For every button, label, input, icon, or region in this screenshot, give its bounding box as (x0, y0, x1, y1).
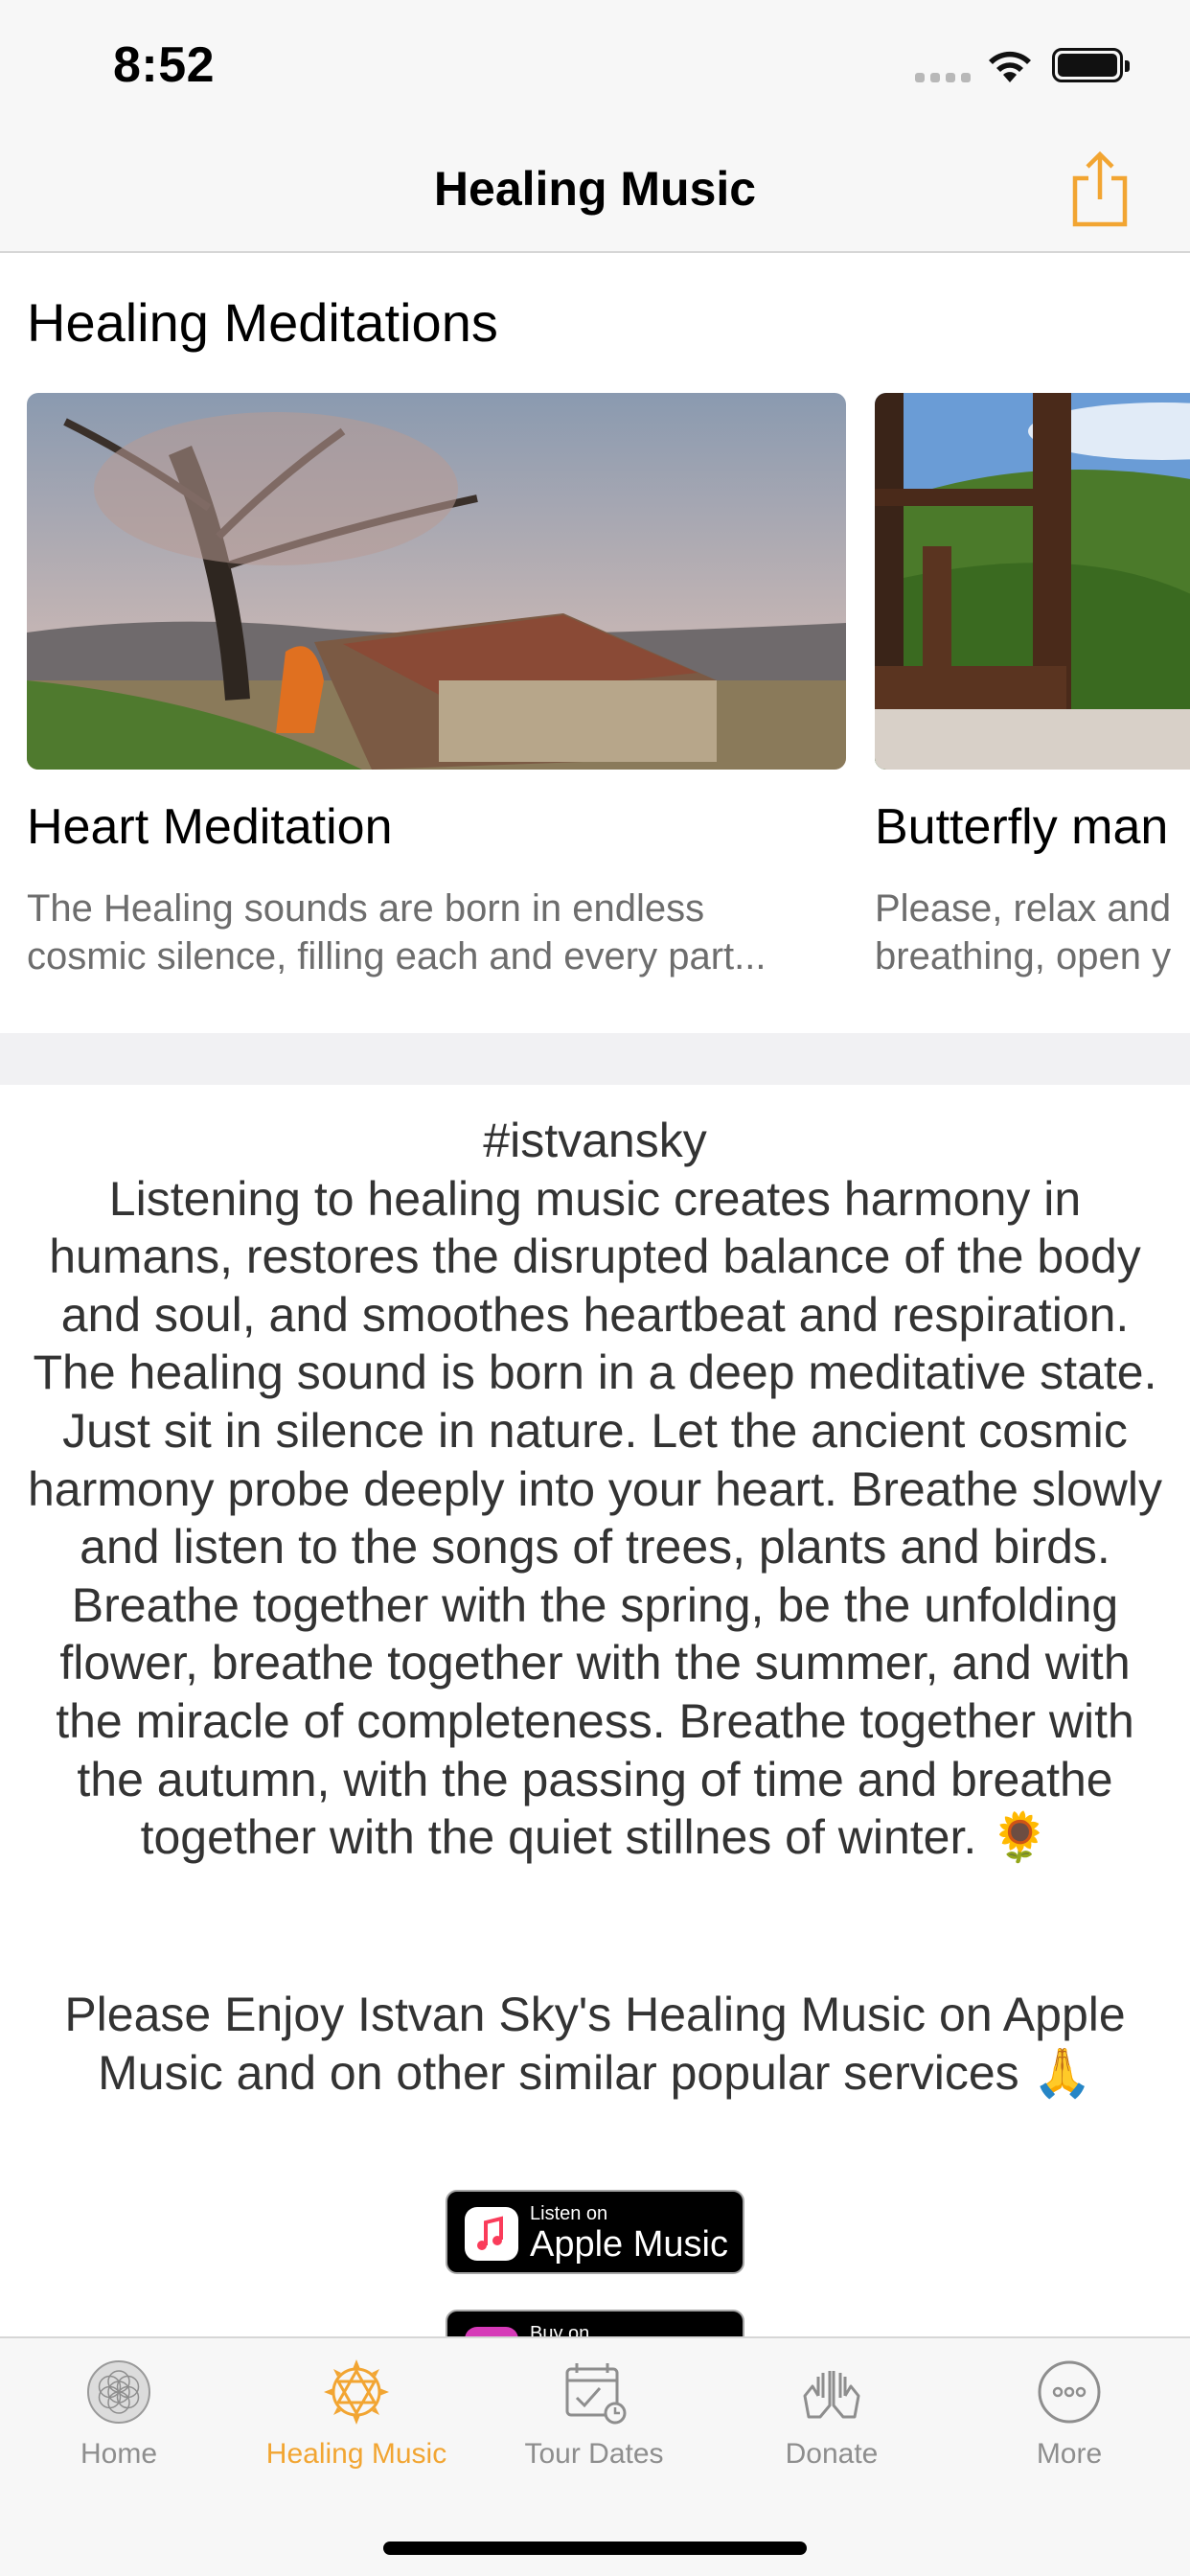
hashtag: #istvansky (483, 1114, 707, 1167)
badge-label: Apple Music (530, 2224, 728, 2265)
enjoy-text: Please Enjoy Istvan Sky's Healing Music … (64, 1988, 1126, 2100)
meditation-card[interactable]: Butterfly man Please, relax and breathin… (875, 393, 1190, 980)
tab-donate[interactable]: Donate (713, 2358, 950, 2471)
star-of-david-icon (324, 2359, 389, 2425)
section-title: Healing Meditations (27, 292, 498, 353)
meditations-carousel[interactable]: Heart Meditation The Healing sounds are … (0, 393, 1190, 1006)
status-time: 8:52 (113, 37, 216, 93)
section-divider (0, 1033, 1190, 1085)
tab-bar: Home Healing Music Tour Dates Donate Mor… (0, 2336, 1190, 2576)
calendar-icon (565, 2363, 627, 2425)
tab-more[interactable]: More (950, 2358, 1188, 2471)
page-title: Healing Music (433, 162, 757, 216)
tab-label: Tour Dates (524, 2438, 664, 2470)
meditation-thumbnail[interactable] (27, 393, 846, 770)
description-paragraph: Listening to healing music creates harmo… (28, 1171, 1162, 1865)
home-indicator[interactable] (383, 2542, 807, 2555)
flower-of-life-icon (87, 2360, 150, 2424)
tab-label: Healing Music (265, 2438, 447, 2470)
card-description: The Healing sounds are born in endless c… (27, 887, 767, 978)
tab-label: Home (80, 2438, 158, 2470)
meditation-card[interactable]: Heart Meditation The Healing sounds are … (27, 393, 846, 980)
more-icon (1038, 2360, 1101, 2424)
cellular-signal-icon (915, 67, 973, 82)
tab-label: More (1036, 2438, 1103, 2470)
meditation-thumbnail[interactable] (875, 393, 1190, 770)
music-note-icon (465, 2207, 518, 2261)
card-title: Butterfly man (875, 799, 1169, 855)
apple-music-badge[interactable]: Listen on Apple Music (446, 2190, 744, 2274)
status-bar: 8:52 (0, 0, 1190, 128)
share-icon[interactable] (1065, 150, 1134, 228)
card-title: Heart Meditation (27, 799, 393, 855)
praying-hands-icon (803, 2371, 860, 2419)
navigation-bar: Healing Music (0, 128, 1190, 253)
tab-home[interactable]: Home (0, 2358, 238, 2471)
badge-caption: Listen on (530, 2203, 608, 2224)
battery-icon (1052, 48, 1130, 82)
card-description: Please, relax and breathing, open y (875, 887, 1172, 978)
tab-tour-dates[interactable]: Tour Dates (475, 2358, 713, 2471)
wifi-icon (989, 51, 1031, 82)
tab-label: Donate (785, 2438, 879, 2470)
description-text: #istvansky Listening to healing music cr… (23, 1112, 1167, 1867)
tab-healing-music[interactable]: Healing Music (238, 2358, 475, 2471)
